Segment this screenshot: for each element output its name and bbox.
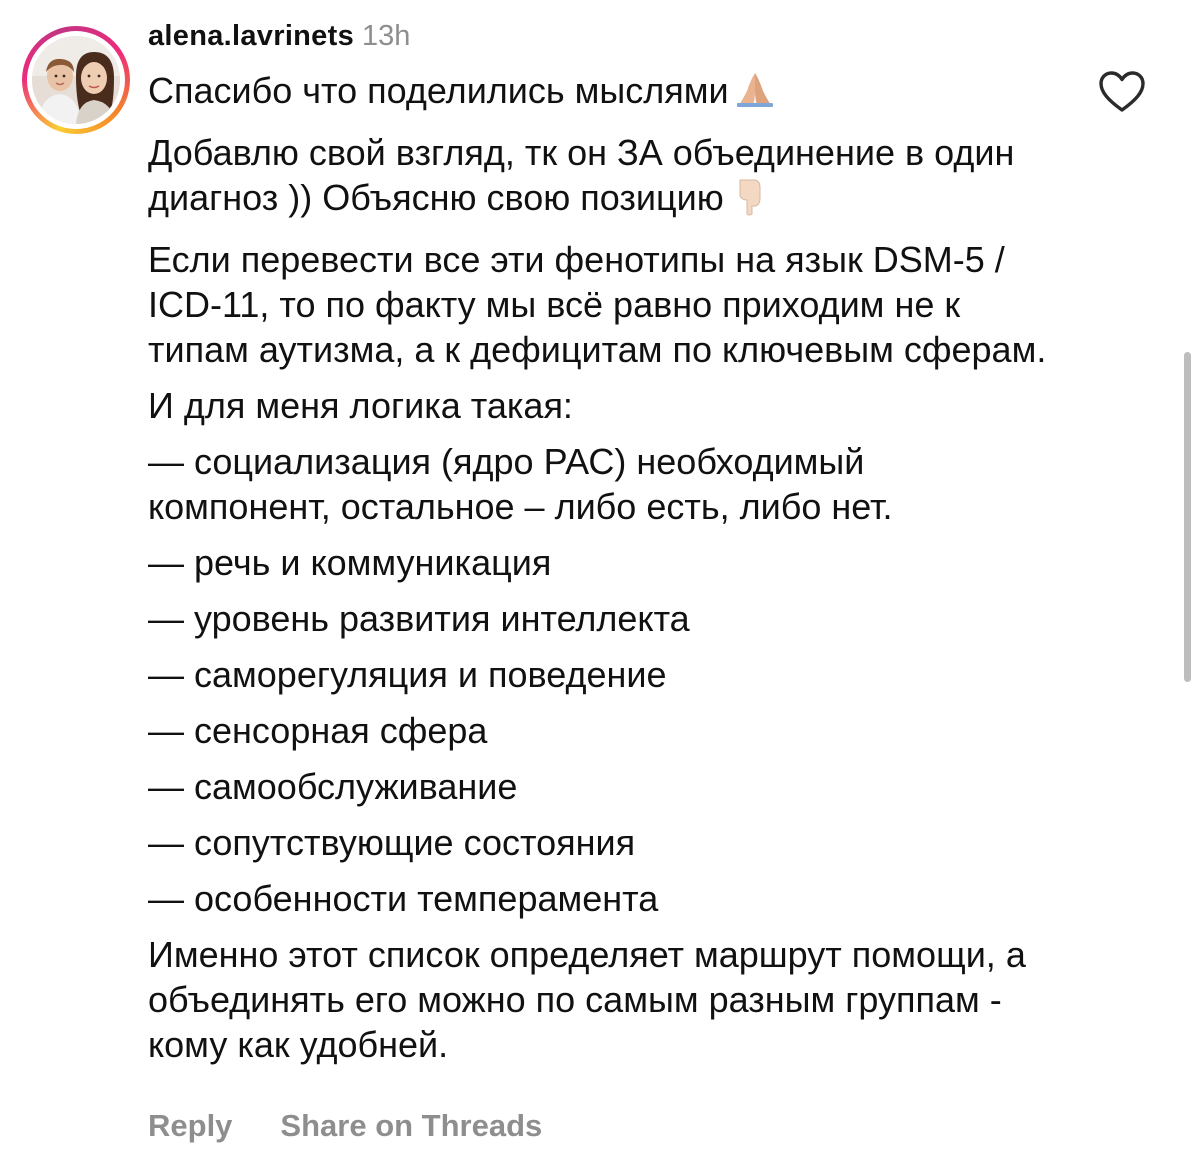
comment-timestamp: 13h (362, 20, 411, 52)
list-item: — особенности темперамента (148, 878, 659, 919)
list-item: — саморегуляция и поведение (148, 654, 667, 695)
comment-paragraph: Спасибо что поделились мыслями (148, 68, 1048, 119)
scrollbar[interactable] (1184, 352, 1191, 682)
avatar-story-ring[interactable] (22, 26, 130, 134)
comment-line: Добавлю свой взгляд, тк он ЗА объединени… (148, 132, 1015, 218)
comment-paragraph: Именно этот список определяет маршрут по… (148, 934, 1026, 1065)
list-item: — сопутствующие состояния (148, 822, 636, 863)
comment-line: Спасибо что поделились мыслями (148, 70, 729, 111)
comment-paragraph: Добавлю свой взгляд, тк он ЗА объединени… (148, 130, 1048, 226)
backhand-index-pointing-down-emoji (730, 176, 770, 226)
avatar[interactable] (32, 36, 120, 124)
list-item: — уровень развития интеллекта (148, 598, 690, 639)
comment-paragraph: И для меня логика такая: (148, 385, 573, 426)
comment-text: Спасибо что поделились мыслями Добавлю с… (148, 68, 1048, 1078)
share-on-threads-button[interactable]: Share on Threads (280, 1108, 542, 1143)
reply-button[interactable]: Reply (148, 1108, 232, 1143)
heart-outline-icon[interactable] (1098, 70, 1146, 114)
comment-paragraph: Если перевести все эти фенотипы на язык … (148, 239, 1047, 370)
username[interactable]: alena.lavrinets (148, 20, 354, 52)
list-item: — сенсорная сфера (148, 710, 488, 751)
list-item: — речь и коммуникация (148, 542, 552, 583)
comment-header: alena.lavrinets 13h (148, 18, 410, 54)
comment-actions: Reply Share on Threads (148, 1106, 542, 1146)
list-item: — самообслуживание (148, 766, 518, 807)
avatar-ring-gap (27, 31, 125, 129)
praying-hands-emoji (735, 69, 775, 119)
list-item: — социализация (ядро РАС) необходимый ко… (148, 441, 893, 527)
profile-photo-icon (32, 36, 120, 124)
